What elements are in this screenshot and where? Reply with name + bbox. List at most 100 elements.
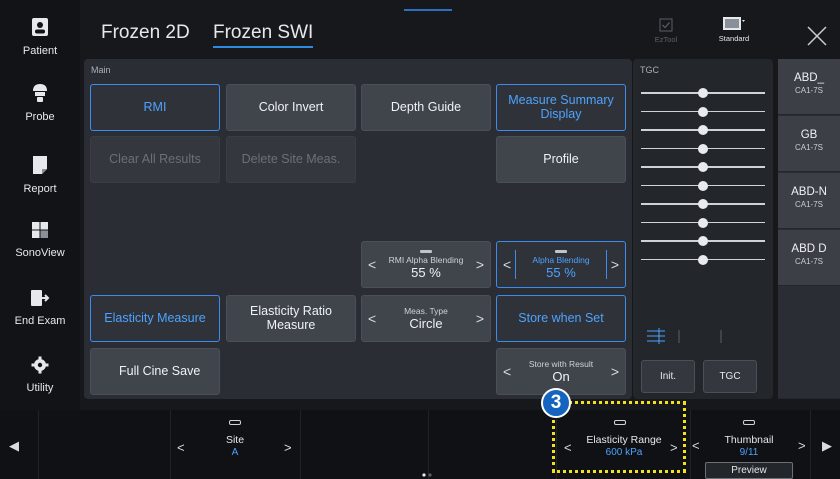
thumbnail-label: Thumbnail <box>724 434 774 446</box>
divider <box>300 410 301 479</box>
selector-label: RMI Alpha Blending <box>388 254 464 265</box>
probe-tab[interactable]: GB CA1-7S <box>778 116 840 172</box>
chevron-right-icon[interactable]: > <box>476 311 484 326</box>
tgc-slider-knob[interactable] <box>698 88 708 98</box>
chevron-left-icon[interactable]: < <box>368 311 376 326</box>
probe-preset-name: GB <box>800 129 818 141</box>
gear-icon <box>31 356 49 374</box>
tgc-slider-knob[interactable] <box>698 162 708 172</box>
elasticity-measure-button[interactable]: Elasticity Measure <box>90 295 220 342</box>
probe-tab[interactable]: ABD-N CA1-7S <box>778 173 840 229</box>
sidebar-item-label: Probe <box>25 111 55 123</box>
tgc-slider-knob[interactable] <box>698 199 708 209</box>
end-exam-icon <box>31 290 50 306</box>
thumbnail-next-icon[interactable]: > <box>798 438 806 453</box>
page-indicator <box>404 9 452 11</box>
sidebar-item-report[interactable]: Report <box>0 155 80 197</box>
store-when-set-button[interactable]: Store when Set <box>496 295 626 342</box>
tab-frozen-swi[interactable]: Frozen SWI <box>213 22 314 48</box>
site-prev-icon[interactable]: < <box>177 440 185 455</box>
tgc-slider-knob[interactable] <box>698 254 708 265</box>
tgc-slider-knob[interactable] <box>698 217 708 228</box>
close-icon[interactable] <box>806 25 828 47</box>
site-next-icon[interactable]: > <box>284 440 292 455</box>
probe-tab[interactable]: ABD D CA1-7S <box>778 230 840 286</box>
sidebar-item-label: Patient <box>22 45 58 57</box>
tgc-slider-knob[interactable] <box>698 125 708 135</box>
knob-indicator-icon <box>420 249 432 253</box>
site-value[interactable]: A <box>205 447 265 458</box>
sidebar-item-sonoview[interactable]: SonoView <box>0 221 80 261</box>
sonoview-icon <box>32 222 48 238</box>
sidebar-item-label: End Exam <box>14 315 66 327</box>
probe-tab-empty <box>778 287 840 399</box>
monitor-icon <box>723 17 745 30</box>
divider <box>170 410 171 479</box>
probe-preset-name: ABD D <box>791 243 827 255</box>
chevron-left-icon[interactable]: < <box>368 257 376 272</box>
thumbnail-value[interactable]: 9/11 <box>705 447 793 458</box>
thumbnail-prev-icon[interactable]: < <box>692 438 700 453</box>
selector-label: Alpha Blending <box>532 254 590 265</box>
knob-indicator-icon <box>555 249 567 253</box>
standard-label: Standard <box>718 34 750 43</box>
callout-highlight-box <box>552 401 686 473</box>
tgc-slider-knob[interactable] <box>698 236 708 246</box>
profile-button[interactable]: Profile <box>496 136 626 183</box>
standard-layout-button[interactable]: Standard <box>711 16 757 43</box>
tgc-button[interactable]: TGC <box>703 360 757 393</box>
tgc-slider-knob[interactable] <box>698 106 708 117</box>
rmi-alpha-blending-selector[interactable]: < RMI Alpha Blending 55 % > <box>361 241 491 288</box>
clear-all-results-button[interactable]: Clear All Results <box>90 136 220 183</box>
selector-value: On <box>552 368 570 384</box>
checkbox-icon <box>659 18 673 32</box>
elasticity-ratio-measure-button[interactable]: Elasticity Ratio Measure <box>226 295 356 342</box>
sidebar-item-probe[interactable]: Probe <box>0 83 80 125</box>
tgc-slider-knob[interactable] <box>698 180 708 191</box>
meas-type-selector[interactable]: < Meas. Type Circle > <box>361 295 491 342</box>
sidebar-item-end-exam[interactable]: End Exam <box>0 289 80 329</box>
sidebar-item-label: Report <box>23 183 57 195</box>
eztool-button[interactable]: EzTool <box>650 18 682 44</box>
chevron-left-icon[interactable]: < <box>503 364 511 379</box>
page-right-icon[interactable]: ▶ <box>822 438 832 454</box>
selector-value: 55 % <box>546 264 576 280</box>
probe-model: CA1-7S <box>794 200 823 209</box>
divider <box>38 410 39 479</box>
divider <box>515 250 516 279</box>
sidebar-item-label: SonoView <box>15 247 65 259</box>
color-invert-button[interactable]: Color Invert <box>226 84 356 131</box>
divider <box>606 250 607 279</box>
knob-indicator-icon <box>743 420 755 425</box>
tgc-init-button[interactable]: Init. <box>641 360 695 393</box>
delete-site-meas-button[interactable]: Delete Site Meas. <box>226 136 356 183</box>
divider <box>428 410 429 479</box>
alpha-blending-selector[interactable]: < Alpha Blending 55 % > <box>496 241 626 288</box>
sidebar-item-label: Utility <box>26 382 54 394</box>
sidebar-item-utility[interactable]: Utility <box>0 356 80 396</box>
full-cine-save-button[interactable]: Full Cine Save <box>90 348 220 395</box>
selector-label: Store with Result <box>528 358 594 369</box>
tab-frozen-2d[interactable]: Frozen 2D <box>101 22 190 44</box>
report-icon <box>33 156 47 174</box>
probe-tab[interactable]: ABD_ CA1-7S <box>778 59 840 115</box>
measure-summary-display-button[interactable]: Measure Summary Display <box>496 84 626 131</box>
eztool-label: EzTool <box>654 35 678 44</box>
page-left-icon[interactable]: ◀ <box>9 438 19 454</box>
sidebar-item-patient[interactable]: Patient <box>0 17 80 59</box>
preview-button[interactable]: Preview <box>705 462 793 479</box>
depth-guide-button[interactable]: Depth Guide <box>361 84 491 131</box>
site-label: Site <box>225 434 245 446</box>
tgc-curve-icon <box>647 328 722 344</box>
divider <box>810 410 811 479</box>
knob-indicator-icon <box>229 420 241 425</box>
chevron-right-icon[interactable]: > <box>611 257 619 272</box>
divider <box>690 410 691 479</box>
selector-label: Meas. Type <box>404 305 448 316</box>
chevron-left-icon[interactable]: < <box>503 257 511 272</box>
tgc-slider-knob[interactable] <box>698 143 708 154</box>
chevron-right-icon[interactable]: > <box>476 257 484 272</box>
rmi-button[interactable]: RMI <box>90 84 220 131</box>
chevron-right-icon[interactable]: > <box>611 364 619 379</box>
selector-value: Circle <box>409 315 443 331</box>
